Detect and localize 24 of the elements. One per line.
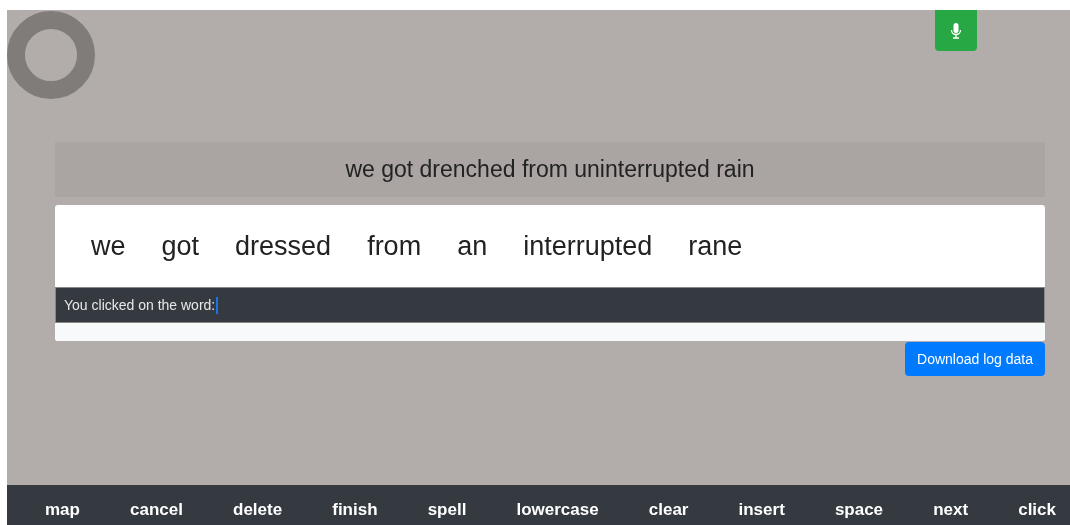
command-button[interactable]: delete: [233, 490, 283, 520]
microphone-icon: [950, 22, 962, 39]
word-button[interactable]: an: [457, 230, 488, 262]
word-button[interactable]: rane: [688, 230, 743, 262]
command-button[interactable]: insert: [738, 490, 785, 520]
target-sentence: we got drenched from uninterrupted rain: [55, 142, 1045, 197]
ring-icon: [7, 10, 97, 100]
word-button[interactable]: we: [91, 230, 126, 262]
word-button[interactable]: dressed: [235, 230, 332, 262]
command-button[interactable]: next: [933, 490, 969, 520]
command-button[interactable]: click: [1018, 490, 1056, 520]
microphone-button[interactable]: [935, 10, 977, 51]
download-button[interactable]: Download log data: [905, 342, 1045, 376]
command-button[interactable]: clear: [648, 490, 689, 520]
command-button[interactable]: lowercase: [516, 490, 599, 520]
command-button[interactable]: space: [834, 490, 884, 520]
word-button[interactable]: got: [161, 230, 200, 262]
command-button[interactable]: cancel: [130, 490, 183, 520]
word-button[interactable]: from: [367, 230, 422, 262]
word-button[interactable]: interrupted: [523, 230, 653, 262]
command-button[interactable]: spell: [427, 490, 467, 520]
command-button[interactable]: finish: [332, 490, 378, 520]
command-button[interactable]: map: [45, 490, 80, 520]
status-text: You clicked on the word:: [64, 297, 216, 313]
